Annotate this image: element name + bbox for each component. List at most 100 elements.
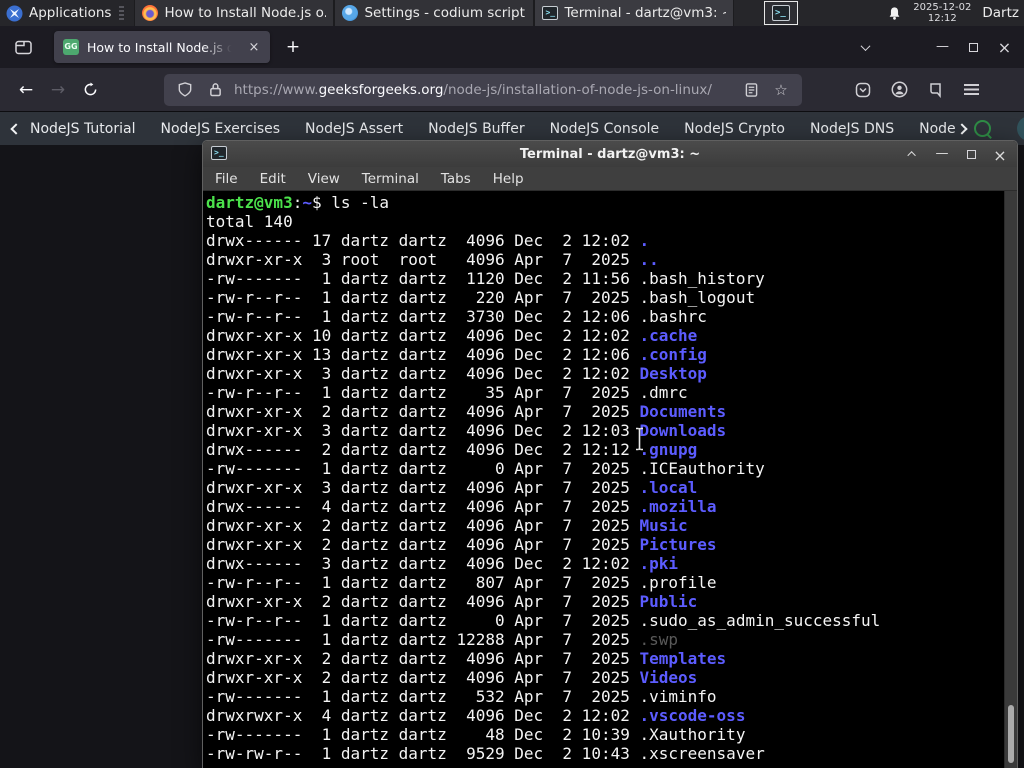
terminal-scrollbar[interactable] <box>1004 191 1017 768</box>
window-close-button[interactable]: × <box>989 34 1020 60</box>
menu-item-edit[interactable]: Edit <box>260 171 286 187</box>
terminal-icon: >_ <box>772 5 790 21</box>
nav-item-nodejs-console[interactable]: NodeJS Console <box>550 121 660 137</box>
new-tab-button[interactable]: + <box>278 33 308 61</box>
applications-menu-button[interactable]: Applications <box>0 0 130 26</box>
browser-tab-active[interactable]: GG How to Install Node.js on × <box>54 31 270 63</box>
terminal-body: dartz@vm3:~$ ls -la total 140 drwx------ 1… <box>203 191 1017 768</box>
firefox-icon <box>142 5 159 21</box>
window-button-label: Settings - codium script... <box>364 5 527 21</box>
terminal-maximize-button[interactable] <box>964 146 978 162</box>
star-icon: ☆ <box>774 80 788 99</box>
scrollbar-thumb[interactable] <box>1008 705 1014 763</box>
tracking-protection-shield-icon[interactable] <box>174 79 196 101</box>
app-menu-button[interactable] <box>956 76 986 104</box>
tab-bar: GG How to Install Node.js on × + — × <box>0 26 1024 68</box>
terminal-close-button[interactable]: × <box>993 146 1007 165</box>
geeksforgeeks-favicon: GG <box>63 39 79 55</box>
chevron-down-icon <box>860 40 871 51</box>
clock[interactable]: 2025-12-02 12:12 <box>913 2 971 24</box>
tray-terminal-icon[interactable]: >_ <box>764 1 798 25</box>
menu-item-help[interactable]: Help <box>493 171 524 187</box>
shade-button[interactable] <box>906 146 920 162</box>
close-icon: × <box>248 39 260 55</box>
menu-item-view[interactable]: View <box>308 171 340 187</box>
menu-item-file[interactable]: File <box>215 171 238 187</box>
reload-button[interactable] <box>74 75 106 105</box>
terminal-icon: >_ <box>211 146 227 160</box>
window-maximize-button[interactable] <box>958 34 989 60</box>
account-button[interactable] <box>884 76 914 104</box>
nav-item-node-truncated[interactable]: Node <box>919 121 956 137</box>
forward-button[interactable]: → <box>42 75 74 105</box>
vscodium-icon <box>342 5 359 21</box>
url-path: /node-js/installation-of-node-js-on-linu… <box>443 81 712 98</box>
window-button-terminal[interactable]: >_ Terminal - dartz@vm3: ~ <box>534 0 735 26</box>
extensions-icon <box>929 82 941 98</box>
nav-item-nodejs-crypto[interactable]: NodeJS Crypto <box>684 121 785 137</box>
tab-title: How to Install Node.js on <box>87 39 236 55</box>
username-label[interactable]: Dartz <box>982 5 1021 21</box>
hamburger-menu-icon <box>963 84 979 95</box>
terminal-window: >_ Terminal - dartz@vm3: ~ — × File Edit… <box>202 140 1018 768</box>
maximize-icon <box>969 42 978 52</box>
firefox-view-button[interactable] <box>8 33 38 61</box>
nav-item-nodejs-exercises[interactable]: NodeJS Exercises <box>160 121 280 137</box>
desktop: Applications How to Install Node.js o...… <box>0 0 1024 768</box>
notification-bell-icon[interactable] <box>887 6 902 21</box>
back-arrow-icon: ← <box>18 79 34 100</box>
pocket-icon <box>855 82 871 97</box>
firefox-view-icon <box>14 40 32 54</box>
window-button-vscodium[interactable]: Settings - codium script... <box>334 0 535 26</box>
tab-close-button[interactable]: × <box>244 37 264 57</box>
close-icon: × <box>997 37 1012 57</box>
navigation-toolbar: ← → https://www.geeksforgeeks.org/node-j… <box>0 68 1024 112</box>
terminal-output[interactable]: dartz@vm3:~$ ls -la total 140 drwx------ 1… <box>206 193 1002 768</box>
list-all-tabs-button[interactable] <box>850 34 881 60</box>
top-panel: Applications How to Install Node.js o...… <box>0 0 1024 26</box>
search-icon[interactable] <box>973 120 991 137</box>
nav-scroll-right-button[interactable] <box>955 122 968 135</box>
clock-time: 12:12 <box>927 13 957 24</box>
bookmark-star-button[interactable]: ☆ <box>770 79 792 101</box>
nav-item-nodejs-tutorial[interactable]: NodeJS Tutorial <box>30 121 135 137</box>
nav-item-nodejs-buffer[interactable]: NodeJS Buffer <box>428 121 525 137</box>
clock-date: 2025-12-02 <box>913 2 972 13</box>
reload-icon <box>84 82 96 96</box>
tab-bar-controls: — × <box>850 34 1020 60</box>
toolbar-icon-cluster <box>848 76 986 104</box>
window-button-label: Terminal - dartz@vm3: ~ <box>564 5 727 21</box>
url-text: https://www.geeksforgeeks.org/node-js/in… <box>234 82 732 98</box>
pocket-button[interactable] <box>848 76 878 104</box>
terminal-titlebar[interactable]: >_ Terminal - dartz@vm3: ~ — × <box>203 141 1017 167</box>
forward-arrow-icon: → <box>50 79 66 100</box>
account-icon <box>891 81 907 98</box>
reader-mode-icon <box>745 82 757 97</box>
window-button-list: How to Install Node.js o... Settings - c… <box>134 0 735 26</box>
nav-scroll-left-button[interactable] <box>10 122 22 135</box>
nav-item-nodejs-assert[interactable]: NodeJS Assert <box>305 121 403 137</box>
terminal-window-controls: — × <box>906 141 1007 167</box>
nav-item-nodejs-dns[interactable]: NodeJS DNS <box>810 121 894 137</box>
xubuntu-logo-icon <box>6 5 23 21</box>
maximize-icon <box>966 149 976 159</box>
back-button[interactable]: ← <box>10 75 42 105</box>
terminal-icon: >_ <box>542 6 559 20</box>
menu-item-terminal[interactable]: Terminal <box>362 171 419 187</box>
chevron-up-icon <box>907 151 916 160</box>
terminal-title: Terminal - dartz@vm3: ~ <box>519 146 701 162</box>
extensions-button[interactable] <box>920 76 950 104</box>
url-domain: geeksforgeeks.org <box>318 81 444 98</box>
terminal-menubar: File Edit View Terminal Tabs Help <box>203 167 1017 191</box>
url-bar[interactable]: https://www.geeksforgeeks.org/node-js/in… <box>164 73 802 106</box>
sign-in-button[interactable]: Sign In <box>1016 116 1024 141</box>
minimize-icon: — <box>936 39 949 54</box>
window-minimize-button[interactable]: — <box>927 34 958 60</box>
terminal-minimize-button[interactable]: — <box>935 146 949 162</box>
menu-item-tabs[interactable]: Tabs <box>441 171 471 187</box>
window-button-firefox[interactable]: How to Install Node.js o... <box>134 0 335 26</box>
reader-mode-button[interactable] <box>740 79 762 101</box>
lock-icon[interactable] <box>204 79 226 101</box>
applications-label: Applications <box>29 5 112 21</box>
url-scheme: https://www. <box>234 81 319 98</box>
